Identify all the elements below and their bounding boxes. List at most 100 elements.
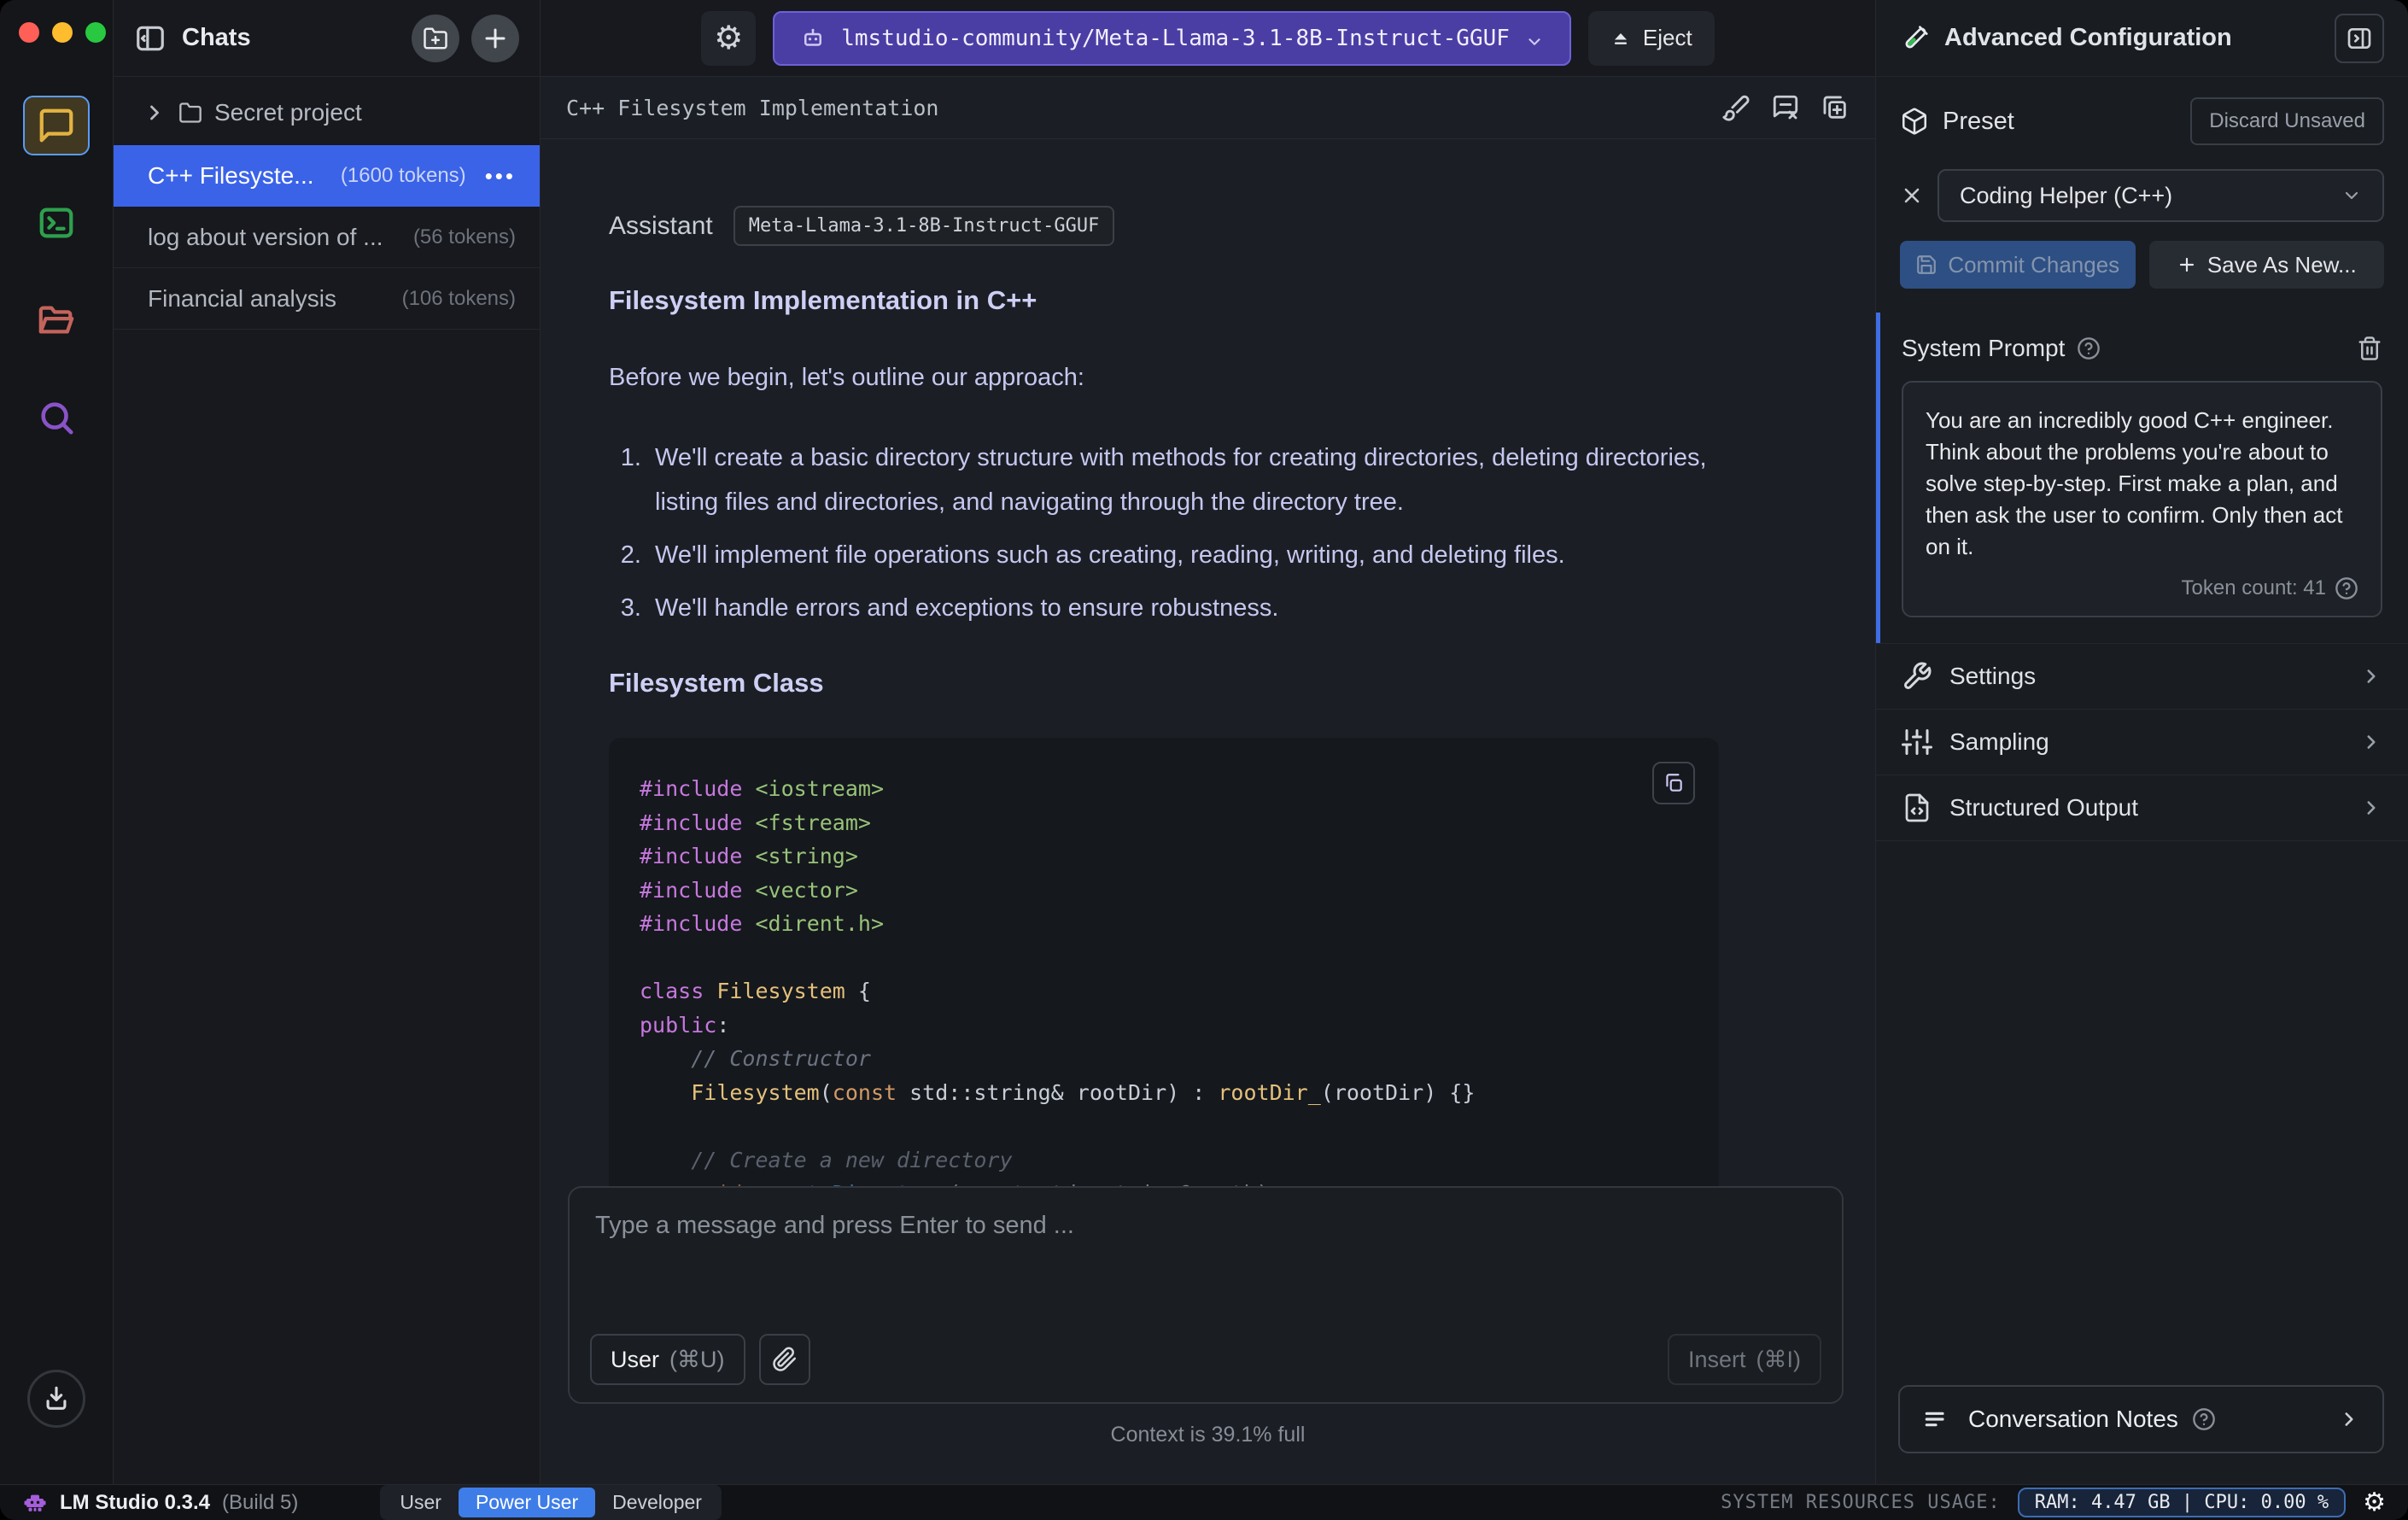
nav-terminal-button[interactable] [23, 193, 90, 253]
commit-changes-button[interactable]: Commit Changes [1900, 241, 2136, 289]
new-chat-button[interactable] [471, 14, 519, 62]
plus-icon [2177, 254, 2197, 275]
new-folder-button[interactable] [412, 14, 459, 62]
code-content: #include <iostream> #include <fstream> #in… [640, 776, 1476, 1206]
list-item: We'll create a basic directory structure… [648, 436, 1719, 524]
resource-usage-pill[interactable]: RAM: 4.47 GB | CPU: 0.00 % [2017, 1488, 2347, 1517]
downloads-button[interactable] [27, 1370, 85, 1428]
message-heading: Filesystem Implementation in C++ [609, 285, 1037, 315]
insert-shortcut: (⌘I) [1756, 1346, 1801, 1372]
clear-preset-button[interactable] [1900, 184, 1924, 208]
eject-model-button[interactable]: Eject [1587, 10, 1715, 66]
preset-section: Preset Discard Unsaved Coding Helper (C+… [1876, 77, 2408, 313]
lmstudio-invader-icon [22, 1490, 48, 1516]
user-mode-switcher: User Power User Developer [380, 1485, 722, 1520]
sidebar-toggle-icon [134, 22, 167, 55]
settings-section-row[interactable]: Settings [1876, 644, 2408, 710]
conversation-notes-button[interactable]: Conversation Notes [1898, 1385, 2384, 1453]
nav-discover-button[interactable] [23, 388, 90, 447]
role-label: User [611, 1346, 660, 1372]
section-label: Structured Output [1949, 794, 2139, 821]
section-label: Sampling [1949, 728, 2049, 755]
help-icon[interactable] [2077, 336, 2101, 360]
chevron-right-icon [2360, 797, 2382, 819]
save-as-new-label: Save As New... [2206, 251, 2357, 278]
sampling-section-row[interactable]: Sampling [1876, 710, 2408, 775]
role-toggle-button[interactable]: User (⌘U) [590, 1334, 745, 1385]
settings-gear-button[interactable]: ⚙ [2363, 1488, 2386, 1517]
attach-file-button[interactable] [758, 1334, 810, 1385]
preset-selected-value: Coding Helper (C++) [1960, 182, 2173, 208]
tidy-conversation-button[interactable] [1721, 93, 1750, 122]
duplicate-chat-button[interactable] [1821, 93, 1850, 122]
chat-bubble-icon [37, 106, 76, 145]
system-prompt-label: System Prompt [1902, 335, 2066, 361]
list-item: We'll handle errors and exceptions to en… [648, 586, 1719, 630]
chat-column: ⚙ lmstudio-community/Meta-Llama-3.1-8B-I… [541, 0, 1875, 1484]
x-icon [1900, 184, 1924, 208]
clear-conversation-button[interactable] [1771, 93, 1800, 122]
gear-icon: ⚙ [2363, 1488, 2386, 1517]
zoom-window-button[interactable] [85, 22, 106, 43]
chat-title: log about version of ... [148, 223, 383, 250]
loaded-model-selector[interactable]: lmstudio-community/Meta-Llama-3.1-8B-Ins… [773, 10, 1571, 66]
system-prompt-text: You are an incredibly good C++ engineer.… [1926, 407, 2343, 559]
message-input[interactable]: Type a message and press Enter to send .… [568, 1186, 1844, 1404]
mode-user[interactable]: User [383, 1488, 459, 1517]
mode-power-user[interactable]: Power User [458, 1488, 596, 1517]
chat-list-item[interactable]: log about version of ... (56 tokens) [114, 207, 540, 268]
commit-changes-label: Commit Changes [1948, 251, 2120, 278]
chat-list-item-selected[interactable]: C++ Filesyste... (1600 tokens) ••• [114, 145, 540, 207]
sidebar-title: Chats [182, 24, 251, 51]
eject-icon [1610, 28, 1631, 49]
save-as-new-button[interactable]: Save As New... [2148, 241, 2384, 289]
panel-accordion: Settings Sampling Structured Output [1876, 643, 2408, 841]
paperclip-icon [772, 1347, 798, 1372]
panel-title: Advanced Configuration [1944, 24, 2232, 51]
nav-my-models-button[interactable] [23, 290, 90, 350]
minimize-window-button[interactable] [52, 22, 73, 43]
system-resources-label: SYSTEM RESOURCES USAGE: [1721, 1492, 2001, 1513]
download-icon [42, 1384, 71, 1413]
chat-list-item[interactable]: Financial analysis (106 tokens) [114, 268, 540, 330]
paintbrush-icon [1721, 93, 1750, 122]
delete-system-prompt-button[interactable] [2357, 336, 2382, 361]
insert-label: Insert [1687, 1346, 1746, 1372]
plus-icon [482, 26, 508, 51]
message-heading: Filesystem Class [609, 668, 824, 698]
help-icon[interactable] [2335, 576, 2358, 600]
eject-label: Eject [1642, 25, 1692, 50]
chevron-down-icon [2341, 185, 2362, 206]
panel-header: Advanced Configuration [1876, 0, 2408, 77]
trash-icon [2357, 336, 2382, 361]
mode-developer[interactable]: Developer [595, 1488, 719, 1517]
folder-secret-project[interactable]: Secret project [114, 77, 540, 145]
chat-title: C++ Filesyste... [148, 162, 314, 189]
status-bar: LM Studio 0.3.4 (Build 5) User Power Use… [0, 1484, 2408, 1520]
discard-unsaved-button[interactable]: Discard Unsaved [2190, 97, 2384, 145]
chevron-right-icon [2338, 1408, 2360, 1430]
traffic-lights [0, 0, 113, 43]
collapse-sidebar-button[interactable] [134, 22, 167, 55]
message-paragraph: Before we begin, let's outline our appro… [609, 364, 1084, 391]
preset-dropdown[interactable]: Coding Helper (C++) [1938, 169, 2384, 222]
chat-token-count: (56 tokens) [412, 225, 516, 248]
insert-message-button[interactable]: Insert (⌘I) [1667, 1334, 1821, 1385]
folder-plus-icon [423, 26, 448, 51]
nav-chat-button[interactable] [23, 96, 90, 155]
system-prompt-editor[interactable]: You are an incredibly good C++ engineer.… [1902, 381, 2382, 617]
wrench-icon [1902, 661, 1932, 692]
folder-icon [178, 101, 202, 125]
close-window-button[interactable] [19, 22, 39, 43]
panel-right-toggle-icon [2346, 25, 2373, 52]
gear-icon: ⚙ [714, 20, 744, 56]
model-settings-button[interactable]: ⚙ [701, 10, 757, 66]
structured-output-section-row[interactable]: Structured Output [1876, 775, 2408, 841]
chat-item-menu-button[interactable]: ••• [485, 163, 516, 190]
lm-studio-window: Chats Secret project C++ Filesyste... (1… [0, 0, 2408, 1520]
conversation-notes-label: Conversation Notes [1968, 1406, 2178, 1432]
help-icon [2192, 1407, 2216, 1431]
nav-rail [0, 0, 114, 1484]
copy-code-button[interactable] [1652, 762, 1695, 804]
collapse-panel-button[interactable] [2335, 13, 2384, 63]
